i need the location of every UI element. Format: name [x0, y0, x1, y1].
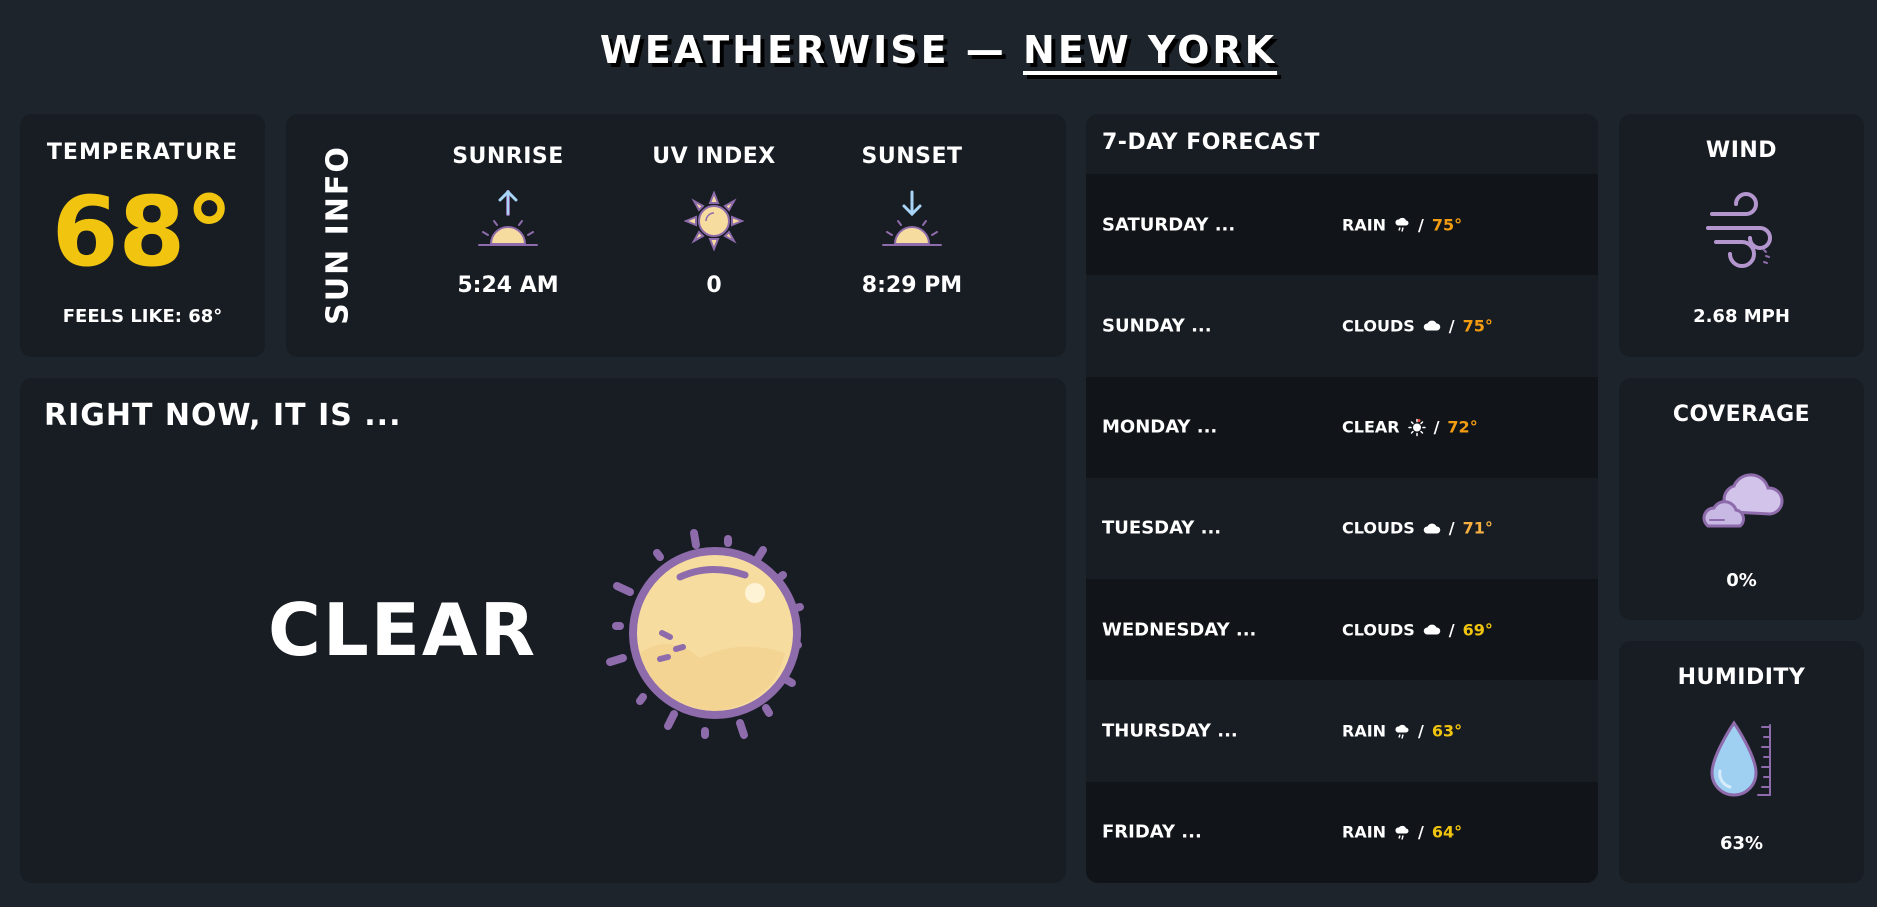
sunset-block: SUNSET 8:29 PM: [822, 144, 1002, 298]
current-heading: RIGHT NOW, IT IS ...: [44, 398, 402, 433]
humidity-value: 63%: [1719, 833, 1764, 854]
forecast-title: 7-DAY FORECAST: [1102, 130, 1320, 155]
droplet-icon: [1619, 719, 1864, 803]
rain-icon: [1394, 723, 1410, 739]
city-name: NEW YORK: [1023, 28, 1278, 72]
forecast-day: FRIDAY ...: [1102, 821, 1202, 843]
forecast-row: WEDNESDAY ... CLOUDS / 69°: [1086, 579, 1598, 681]
separator: /: [1448, 518, 1455, 538]
forecast-condition: RAIN / 75°: [1342, 215, 1462, 234]
forecast-condition: CLOUDS / 75°: [1342, 316, 1493, 335]
separator: /: [1418, 215, 1424, 234]
sun-icon: [1407, 418, 1426, 436]
temperature-label: TEMPERATURE: [46, 140, 239, 165]
forecast-condition-text: RAIN: [1342, 721, 1387, 741]
sunrise-time: 5:24 AM: [457, 273, 559, 298]
sun-icon: [624, 181, 804, 261]
forecast-day: SUNDAY ...: [1102, 315, 1212, 337]
sunset-icon: [822, 181, 1002, 261]
separator: /: [1418, 822, 1424, 842]
sunset-time: 8:29 PM: [861, 273, 963, 298]
forecast-row: FRIDAY ... RAIN / 64°: [1086, 781, 1598, 883]
rain-icon: [1394, 217, 1410, 233]
sunrise-label: SUNRISE: [452, 144, 564, 169]
cloud-coverage: 0%: [1726, 570, 1757, 591]
forecast-day: WEDNESDAY ...: [1102, 619, 1257, 641]
uv-index-value: 0: [706, 273, 722, 298]
temperature-card: TEMPERATURE 68° FEELS LIKE: 68°: [20, 114, 265, 357]
sunrise-block: SUNRISE 5:24 AM: [418, 144, 598, 298]
forecast-row: MONDAY ... CLEAR / 72°: [1086, 376, 1598, 478]
forecast-condition: CLOUDS / 71°: [1342, 519, 1493, 538]
forecast-day: TUESDAY ...: [1102, 517, 1222, 539]
wind-card: WIND 2.68 MPH: [1619, 114, 1864, 357]
clouds-icon: [1619, 456, 1864, 540]
forecast-row: THURSDAY ... RAIN / 63°: [1086, 681, 1598, 782]
forecast-temp: 63°: [1431, 721, 1463, 741]
forecast-temp: 75°: [1431, 215, 1463, 234]
forecast-condition: CLEAR / 72°: [1342, 418, 1478, 437]
sun-info-card: SUNRISE 5:24 AM UV INDEX 0 SUNSET 8:29 P…: [286, 114, 1066, 357]
forecast-row: SUNDAY ... CLOUDS / 75°: [1086, 275, 1598, 376]
forecast-condition-text: RAIN: [1342, 822, 1387, 842]
forecast-temp: 69°: [1462, 620, 1493, 640]
forecast-condition: RAIN / 64°: [1342, 823, 1462, 842]
coverage-card: COVERAGE 0%: [1619, 378, 1864, 620]
forecast-condition-text: CLOUDS: [1342, 620, 1415, 640]
forecast-temp: 71°: [1462, 518, 1493, 538]
feels-like: FEELS LIKE: 68°: [62, 306, 223, 327]
forecast-temp: 75°: [1462, 316, 1493, 336]
forecast-row: SATURDAY ... RAIN / 75°: [1086, 174, 1598, 275]
forecast-card: 7-DAY FORECAST SATURDAY ... RAIN/75° SUNDA…: [1086, 114, 1598, 883]
separator: /: [1448, 316, 1455, 336]
forecast-day: THURSDAY ...: [1102, 720, 1238, 742]
sunset-label: SUNSET: [861, 144, 963, 169]
forecast-condition-text: RAIN: [1342, 215, 1387, 234]
forecast-condition: RAIN / 63°: [1342, 722, 1462, 741]
forecast-temp: 64°: [1431, 822, 1463, 842]
separator: /: [1418, 721, 1424, 741]
forecast-temp: 72°: [1447, 417, 1478, 437]
wind-icon: [1619, 192, 1864, 272]
current-condition: CLEAR: [268, 588, 538, 672]
forecast-condition: CLOUDS / 69°: [1342, 620, 1493, 639]
forecast-condition-text: CLOUDS: [1342, 518, 1415, 538]
cloud-icon: [1423, 521, 1441, 535]
forecast-condition-text: CLEAR: [1342, 417, 1400, 437]
separator: /: [1448, 620, 1455, 640]
sun-info-title: SUN INFO: [320, 145, 356, 325]
humidity-label: HUMIDITY: [1677, 665, 1806, 690]
wind-speed: 2.68 MPH: [1693, 306, 1790, 327]
current-conditions-card: RIGHT NOW, IT IS ... CLEAR: [20, 378, 1066, 883]
rain-icon: [1394, 824, 1410, 840]
forecast-row: TUESDAY ... CLOUDS / 71°: [1086, 478, 1598, 579]
cloud-icon: [1423, 319, 1441, 333]
uv-index-block: UV INDEX 0: [624, 144, 804, 298]
coverage-label: COVERAGE: [1672, 402, 1811, 427]
sun-icon: [580, 513, 820, 757]
page-title: WEATHERWISE — NEW YORK: [0, 28, 1877, 72]
cloud-icon: [1423, 623, 1441, 637]
separator: /: [1433, 417, 1440, 437]
humidity-card: HUMIDITY 63%: [1619, 641, 1864, 883]
forecast-day: MONDAY ...: [1102, 416, 1218, 438]
sunrise-icon: [418, 181, 598, 261]
app-name: WEATHERWISE —: [599, 28, 1007, 72]
forecast-condition-text: CLOUDS: [1342, 316, 1415, 336]
temperature-value: 68°: [51, 176, 234, 288]
forecast-day: SATURDAY ...: [1102, 214, 1236, 235]
wind-label: WIND: [1705, 138, 1778, 163]
uv-index-label: UV INDEX: [652, 144, 776, 169]
